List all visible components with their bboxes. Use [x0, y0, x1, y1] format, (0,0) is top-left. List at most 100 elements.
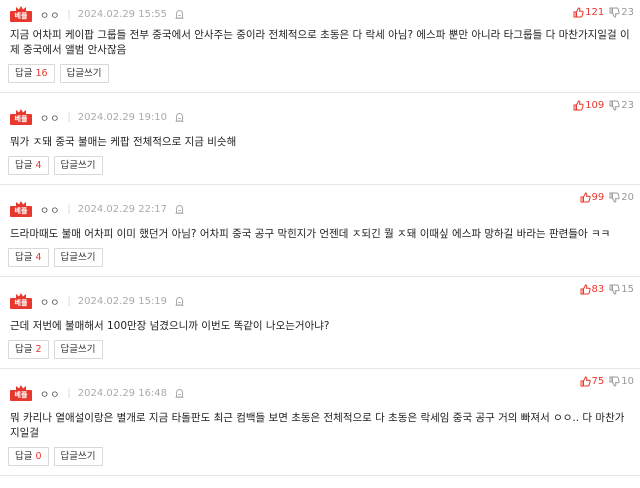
report-icon[interactable]: [175, 112, 184, 122]
thumbs-down-icon: [609, 376, 620, 387]
upvote-button[interactable]: 83: [580, 284, 605, 295]
vote-area: 75 10: [580, 376, 634, 387]
best-badge: 베플: [10, 385, 32, 401]
downvote-count: 10: [621, 376, 634, 387]
write-reply-button[interactable]: 답글쓰기: [53, 340, 103, 359]
comment-meta: 베플 ㅇㅇ | 2024.02.29 15:55: [8, 0, 632, 28]
best-badge-label: 베플: [10, 298, 32, 309]
comment-meta: 베플 ㅇㅇ | 2024.02.29 16:48: [8, 379, 632, 407]
write-reply-button[interactable]: 답글쓰기: [53, 447, 103, 466]
downvote-count: 23: [621, 7, 634, 18]
downvote-count: 15: [621, 284, 634, 295]
divider: |: [67, 387, 71, 399]
comment-text: 근데 저번에 불매해서 100만장 넘겼으니까 이번도 똑같이 나오는거아냐?: [10, 320, 330, 332]
comment-date: 2024.02.29 15:19: [77, 295, 168, 307]
upvote-button[interactable]: 109: [573, 100, 604, 111]
reply-button[interactable]: 답글 4: [8, 248, 49, 267]
downvote-button[interactable]: 15: [609, 284, 634, 295]
best-badge: 베플: [10, 201, 32, 217]
upvote-count: 83: [591, 284, 605, 295]
reply-button[interactable]: 답글 4: [8, 156, 49, 175]
vote-area: 121 23: [573, 7, 634, 18]
thumbs-down-icon: [609, 284, 620, 295]
comment-actions: 답글 4 답글쓰기: [8, 150, 632, 184]
reply-label: 답글: [15, 160, 33, 171]
vote-area: 99 20: [580, 192, 634, 203]
comment-date: 2024.02.29 22:17: [77, 203, 168, 215]
comment-item: 베플 ㅇㅇ | 2024.02.29 16:48 75 10 뭐 카리나 열애설…: [0, 369, 640, 476]
upvote-count: 121: [585, 7, 605, 18]
comment-actions: 답글 16 답글쓰기: [8, 58, 632, 92]
reply-count: 0: [35, 451, 42, 462]
report-icon[interactable]: [175, 388, 184, 398]
comment-item: 베플 ㅇㅇ | 2024.02.29 15:55 121 23 지금 어차피 케…: [0, 0, 640, 93]
comment-date: 2024.02.29 15:55: [77, 8, 168, 20]
write-reply-button[interactable]: 답글쓰기: [53, 248, 103, 267]
divider: |: [67, 8, 71, 20]
divider: |: [67, 111, 71, 123]
thumbs-up-icon: [573, 7, 584, 18]
thumbs-down-icon: [609, 100, 620, 111]
thumbs-up-icon: [580, 284, 591, 295]
report-icon[interactable]: [175, 9, 184, 19]
comment-actions: 답글 0 답글쓰기: [8, 441, 632, 475]
author-nickname: ㅇㅇ: [40, 205, 61, 217]
comment-actions: 답글 4 답글쓰기: [8, 242, 632, 276]
reply-button[interactable]: 답글 0: [8, 447, 49, 466]
upvote-button[interactable]: 121: [573, 7, 604, 18]
downvote-button[interactable]: 23: [609, 7, 634, 18]
report-icon[interactable]: [175, 204, 184, 214]
comment-item: 베플 ㅇㅇ | 2024.02.29 22:17 99 20 드라마때도 불매 …: [0, 185, 640, 277]
downvote-count: 23: [621, 100, 634, 111]
best-badge: 베플: [10, 109, 32, 125]
reply-count: 4: [35, 252, 42, 263]
best-badge-label: 베플: [10, 114, 32, 125]
divider: |: [67, 203, 71, 215]
report-icon[interactable]: [175, 296, 184, 306]
author-nickname: ㅇㅇ: [40, 113, 61, 125]
best-badge: 베플: [10, 293, 32, 309]
reply-label: 답글: [15, 68, 33, 79]
comment-text: 뭐 카리나 열애설이랑은 별개로 지금 타돌판도 최근 컴백들 보면 초동은 전…: [10, 412, 625, 439]
comment-text: 뭐가 ㅈ돼 중국 불매는 케팝 전체적으로 지금 비슷해: [10, 136, 237, 148]
best-badge-label: 베플: [10, 206, 32, 217]
upvote-button[interactable]: 99: [580, 192, 605, 203]
reply-button[interactable]: 답글 2: [8, 340, 49, 359]
best-badge: 베플: [10, 6, 32, 22]
comment-meta: 베플 ㅇㅇ | 2024.02.29 19:10: [8, 103, 632, 131]
vote-area: 83 15: [580, 284, 634, 295]
downvote-count: 20: [621, 192, 634, 203]
reply-count: 2: [35, 344, 42, 355]
vote-area: 109 23: [573, 100, 634, 111]
comment-meta: 베플 ㅇㅇ | 2024.02.29 22:17: [8, 195, 632, 223]
comment-date: 2024.02.29 19:10: [77, 111, 168, 123]
upvote-count: 75: [591, 376, 605, 387]
downvote-button[interactable]: 20: [609, 192, 634, 203]
author-nickname: ㅇㅇ: [40, 10, 61, 22]
upvote-button[interactable]: 75: [580, 376, 605, 387]
best-badge-label: 베플: [10, 390, 32, 401]
author-nickname: ㅇㅇ: [40, 389, 61, 401]
reply-label: 답글: [15, 344, 33, 355]
thumbs-up-icon: [580, 376, 591, 387]
write-reply-button[interactable]: 답글쓰기: [53, 156, 103, 175]
thumbs-down-icon: [609, 192, 620, 203]
comment-text: 지금 어차피 케이팝 그룹들 전부 중국에서 안사주는 중이라 전체적으로 초동…: [10, 29, 630, 56]
upvote-count: 99: [591, 192, 605, 203]
comment-meta: 베플 ㅇㅇ | 2024.02.29 15:19: [8, 287, 632, 315]
reply-button[interactable]: 답글 16: [8, 64, 55, 83]
downvote-button[interactable]: 23: [609, 100, 634, 111]
comment-text: 드라마때도 불매 어차피 이미 했던거 아님? 어차피 중국 공구 막힌지가 언…: [10, 228, 611, 240]
comment-item: 베플 ㅇㅇ | 2024.02.29 19:10 109 23 뭐가 ㅈ돼 중국…: [0, 93, 640, 185]
author-nickname: ㅇㅇ: [40, 297, 61, 309]
reply-label: 답글: [15, 451, 33, 462]
reply-label: 답글: [15, 252, 33, 263]
comment-item: 베플 ㅇㅇ | 2024.02.29 15:19 83 15 근데 저번에 불매…: [0, 277, 640, 369]
comment-list: 베플 ㅇㅇ | 2024.02.29 15:55 121 23 지금 어차피 케…: [0, 0, 640, 476]
thumbs-down-icon: [609, 7, 620, 18]
divider: |: [67, 295, 71, 307]
best-badge-label: 베플: [10, 11, 32, 22]
write-reply-button[interactable]: 답글쓰기: [59, 64, 109, 83]
downvote-button[interactable]: 10: [609, 376, 634, 387]
thumbs-up-icon: [580, 192, 591, 203]
